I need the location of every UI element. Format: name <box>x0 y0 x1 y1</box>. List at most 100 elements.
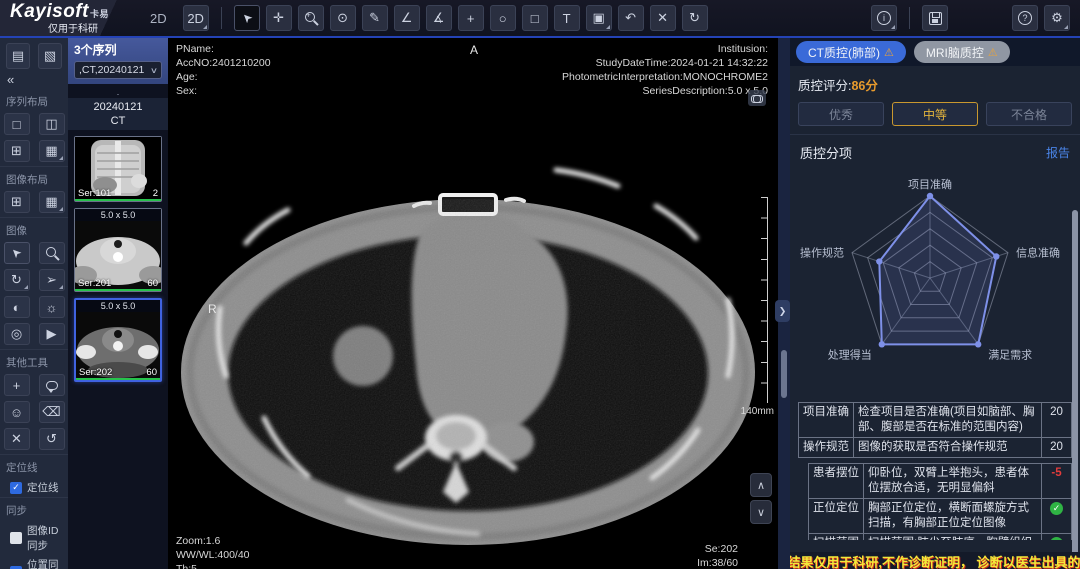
rotate-flip-tool[interactable]: ↻ <box>4 269 30 291</box>
image-layout-2x2[interactable]: ⊞ <box>4 191 30 213</box>
qc-subitem-name: 扫描范围 <box>809 534 864 541</box>
series-layout-1x2[interactable]: ◫ <box>39 113 65 135</box>
pan-tool[interactable]: ✛ <box>266 5 292 31</box>
series-thumbnail-101[interactable]: Ser:101 2 <box>74 136 162 202</box>
help-button-icon: ? <box>1018 11 1032 25</box>
checkbox-label: 位置同步 <box>27 557 68 569</box>
series-thumbnail-201[interactable]: 5.0 x 5.0 Ser:201 60 <box>74 208 162 292</box>
thumb-series-label: Ser:202 <box>79 367 112 378</box>
sync-position-checkbox[interactable]: ✓位置同步 <box>0 555 68 569</box>
scroll-up-button[interactable]: ∧ <box>750 473 772 497</box>
report-link[interactable]: 报告 <box>1046 144 1070 161</box>
qc-subtable-row: 患者摆位仰卧位，双臂上举抱头，患者体位摆放合适，无明显偏斜-5 <box>809 464 1072 499</box>
series-layout-2x2[interactable]: ⊞ <box>4 140 30 162</box>
cursor-tool[interactable]: ➤ <box>234 5 260 31</box>
series-layout-1x1[interactable]: □ <box>4 113 30 135</box>
undo-tool[interactable]: ↶ <box>618 5 644 31</box>
cine-play-tool[interactable]: ▶ <box>39 323 65 345</box>
disclaimer-text: !结果仅用于科研,不作诊断证明， 诊断以医生出具的诊断 <box>790 552 1080 569</box>
series-layout-3x3-icon: ▦ <box>45 143 57 159</box>
text-annotation-tool[interactable]: T <box>554 5 580 31</box>
scroll-down-button[interactable]: ∨ <box>750 500 772 524</box>
rect-roi-tool[interactable]: □ <box>522 5 548 31</box>
image-cursor-tool[interactable]: ➤ <box>4 242 30 264</box>
settings-button[interactable]: ⚙ <box>1044 5 1070 31</box>
image-magnifier-tool[interactable] <box>39 242 65 264</box>
image-layout-3x3-icon: ▦ <box>45 194 57 210</box>
divider-scrollbar-thumb[interactable] <box>781 350 787 398</box>
qc-tab-mri[interactable]: MRI脑质控⚠ <box>914 41 1010 63</box>
chevron-down-icon: ∨ <box>150 66 158 75</box>
grade-button-中等[interactable]: 中等 <box>892 102 978 126</box>
right-tool-group: i <box>871 5 948 31</box>
qc-item-name: 项目准确 <box>799 403 854 438</box>
2d-view-button-icon: 2D <box>187 11 204 26</box>
delete-tool[interactable]: ✕ <box>4 428 30 450</box>
qc-panel: CT质控(肺部)⚠MRI脑质控⚠ 质控评分:86分 优秀中等不合格 质控分项 报… <box>790 38 1080 569</box>
qc-subitem-name: 患者摆位 <box>809 464 864 499</box>
refresh-tool[interactable]: ↺ <box>39 428 65 450</box>
grade-button-不合格[interactable]: 不合格 <box>986 102 1072 126</box>
checkbox-label: 定位线 <box>27 480 59 495</box>
overlay-line: SeriesDescription:5.0 x 5.0 <box>562 84 768 98</box>
qc-tab-ct[interactable]: CT质控(肺部)⚠ <box>796 41 906 63</box>
comment-tool[interactable] <box>39 374 65 396</box>
zoom-in-tool[interactable] <box>298 5 324 31</box>
2d-view-button[interactable]: 2D <box>183 5 209 31</box>
reset-tool[interactable]: ↻ <box>682 5 708 31</box>
save-button[interactable] <box>922 5 948 31</box>
report-panel-button[interactable]: ▧ <box>38 43 62 69</box>
info-button[interactable]: i <box>871 5 897 31</box>
locator-line-checkbox[interactable]: ✓ 定位线 <box>0 478 68 497</box>
window-brightness-tool[interactable]: ☼ <box>39 296 65 318</box>
collapse-panel-handle[interactable]: ❯ <box>775 300 790 322</box>
cobb-angle-tool[interactable]: ∡ <box>426 5 452 31</box>
ellipse-roi-tool[interactable]: ○ <box>490 5 516 31</box>
zoom-window-overlay: Zoom:1.6WW/WL:400/40Th:5 <box>176 534 250 569</box>
warning-icon: ⚠ <box>884 46 894 59</box>
series-group-label[interactable]: 20240121 CT <box>68 98 168 130</box>
probe-tool[interactable]: + <box>458 5 484 31</box>
qc-panel-scrollbar[interactable] <box>1072 210 1078 569</box>
collapse-sidebar-button[interactable]: « <box>0 72 68 89</box>
series-dropdown[interactable]: ,CT,20240121 ∨ <box>74 61 162 79</box>
scroll-stack-tool[interactable]: ➢ <box>39 269 65 291</box>
image-annotation-tool[interactable]: ▣ <box>586 5 612 31</box>
undo-tool-icon: ↶ <box>625 10 636 26</box>
eraser-tool[interactable]: ⌫ <box>39 401 65 423</box>
link-series-button[interactable] <box>748 90 766 106</box>
image-viewport[interactable]: PName:AccNO:2401210200Age:Sex: Institusi… <box>168 38 778 569</box>
overlay-line: Im:38/60 <box>697 556 738 569</box>
series-layout-3x3[interactable]: ▦ <box>39 140 65 162</box>
toolbar-separator <box>221 7 222 29</box>
probe-tool-icon: + <box>467 11 475 26</box>
sidebar-section-title: 序列布局 <box>0 89 68 112</box>
radar-axis-label: 项目准确 <box>908 178 952 191</box>
series-thumbnail-202[interactable]: 5.0 x 5.0 Ser:202 60 <box>74 298 162 382</box>
eraser-tool-icon: ⌫ <box>42 404 60 420</box>
checkbox-icon: ✓ <box>10 482 22 494</box>
orientation-marker-right: R <box>208 302 217 316</box>
sync-image-id-checkbox[interactable]: 图像ID同步 <box>0 521 68 555</box>
image-layout-3x3[interactable]: ▦ <box>39 191 65 213</box>
series-count-title: 3个序列 <box>74 41 162 58</box>
angle-tool[interactable]: ∠ <box>394 5 420 31</box>
target-probe-tool[interactable]: ◎ <box>4 323 30 345</box>
measure-tool[interactable]: ✎ <box>362 5 388 31</box>
qc-subtable-row: 扫描范围扫描范围:肺尖至肺底，胸壁组织包全✓ <box>809 534 1072 541</box>
delete-annotation-tool[interactable]: ✕ <box>650 5 676 31</box>
window-target-tool[interactable]: ⊙ <box>330 5 356 31</box>
crosshair-tool[interactable]: + <box>4 374 30 396</box>
scroll-stack-tool-icon: ➢ <box>46 272 57 288</box>
help-button[interactable]: ? <box>1012 5 1038 31</box>
penalty-score: -5 <box>1051 467 1061 479</box>
link-icon <box>751 95 763 102</box>
grade-button-优秀[interactable]: 优秀 <box>798 102 884 126</box>
smart-search-tool[interactable]: ☺ <box>4 401 30 423</box>
rotate-flip-tool-icon: ↻ <box>11 272 22 288</box>
qc-subtable-row: 正位定位胸部正位定位，横断面螺旋方式扫描，有胸部正位定位图像✓ <box>809 499 1072 534</box>
invert-tool[interactable]: ◐ <box>4 296 30 318</box>
qc-item-score: 20 <box>1042 403 1072 438</box>
qc-score-line: 质控评分:86分 <box>790 66 1080 98</box>
series-list-button[interactable]: ▤ <box>6 43 30 69</box>
